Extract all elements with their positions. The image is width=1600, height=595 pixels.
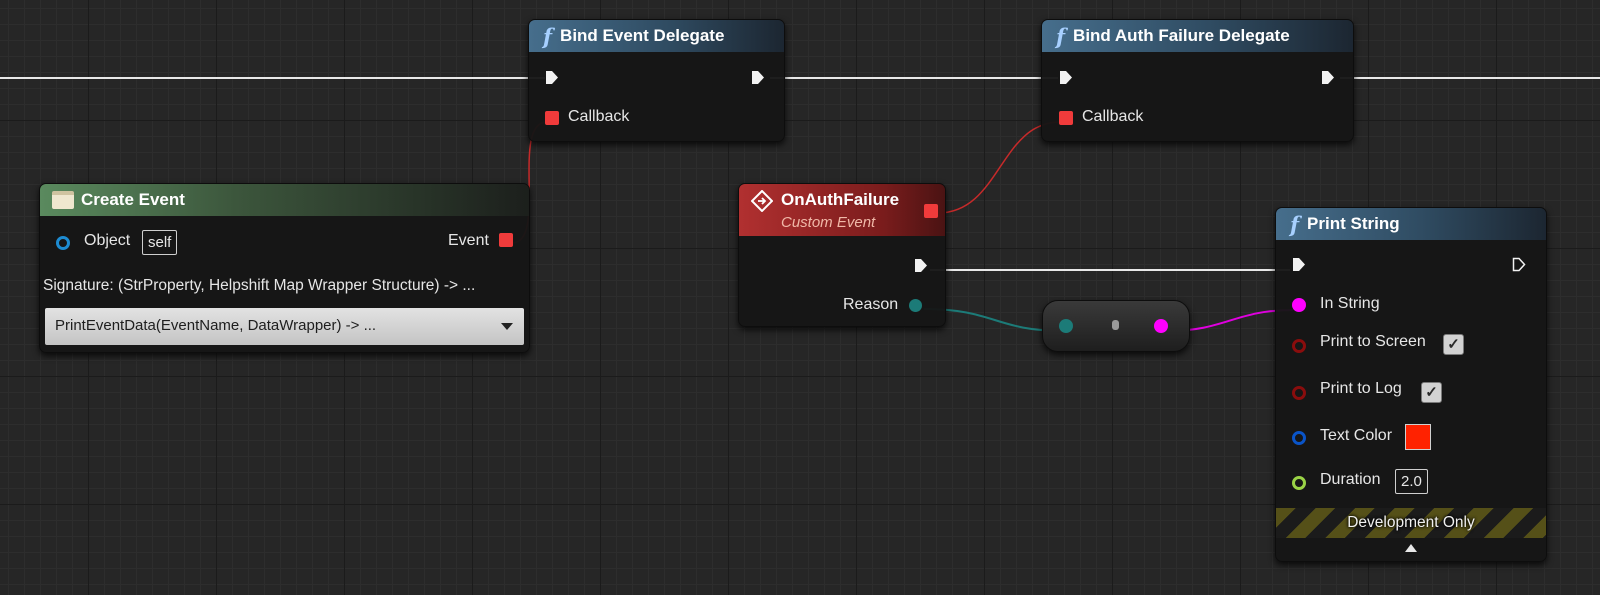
reason-label: Reason xyxy=(843,296,899,313)
print-to-log-pin[interactable] xyxy=(1292,386,1306,400)
function-select-value: PrintEventData(EventName, DataWrapper) -… xyxy=(55,317,377,334)
exec-out-pin[interactable] xyxy=(751,70,765,85)
object-label: Object xyxy=(84,232,131,249)
custom-event-icon xyxy=(751,190,773,212)
conversion-output-pin[interactable] xyxy=(1154,319,1168,333)
signature-text: Signature: (StrProperty, Helpshift Map W… xyxy=(43,277,476,294)
on-auth-failure-title: OnAuthFailure xyxy=(781,189,900,209)
exec-in-pin[interactable] xyxy=(1292,257,1306,272)
create-event-icon xyxy=(52,191,74,209)
duration-value[interactable]: 2.0 xyxy=(1395,469,1428,494)
reason-pin[interactable] xyxy=(909,299,922,312)
bind-event-delegate-header[interactable]: f Bind Event Delegate xyxy=(529,20,784,52)
exec-in-pin[interactable] xyxy=(1059,70,1073,85)
exec-out-pin[interactable] xyxy=(1512,257,1526,272)
callback-label: Callback xyxy=(568,108,630,125)
function-icon: f xyxy=(1056,23,1066,49)
print-to-screen-label: Print to Screen xyxy=(1320,333,1426,350)
object-self-value[interactable]: self xyxy=(142,230,178,255)
exec-in-pin[interactable] xyxy=(545,70,559,85)
conversion-input-pin[interactable] xyxy=(1059,319,1073,333)
text-to-string-conversion-node[interactable] xyxy=(1042,300,1190,352)
in-string-label: In String xyxy=(1320,295,1380,312)
callback-pin[interactable] xyxy=(545,111,559,125)
object-pin[interactable] xyxy=(56,236,70,250)
print-string-node[interactable]: f Print String In String Print to Screen… xyxy=(1275,207,1547,562)
bind-auth-failure-delegate-header[interactable]: f Bind Auth Failure Delegate xyxy=(1042,20,1353,52)
exec-out-pin[interactable] xyxy=(1321,70,1335,85)
exec-out-pin[interactable] xyxy=(914,258,928,273)
create-event-node[interactable]: Create Event Object self Event Signature… xyxy=(39,183,530,353)
create-event-title: Create Event xyxy=(81,190,185,209)
function-select-dropdown[interactable]: PrintEventData(EventName, DataWrapper) -… xyxy=(45,308,524,345)
function-icon: f xyxy=(1290,211,1300,237)
event-delegate-pin[interactable] xyxy=(499,233,513,247)
delegate-out-pin[interactable] xyxy=(924,204,938,218)
text-color-pin[interactable] xyxy=(1292,431,1306,445)
callback-pin[interactable] xyxy=(1059,111,1073,125)
print-to-screen-pin[interactable] xyxy=(1292,339,1306,353)
create-event-header[interactable]: Create Event xyxy=(40,184,529,216)
print-string-title: Print String xyxy=(1307,214,1400,233)
event-label: Event xyxy=(448,232,489,249)
print-string-header[interactable]: f Print String xyxy=(1276,208,1546,240)
bind-auth-failure-delegate-node[interactable]: f Bind Auth Failure Delegate Callback xyxy=(1041,19,1354,142)
custom-event-subtitle: Custom Event xyxy=(781,213,876,231)
text-color-swatch[interactable] xyxy=(1405,424,1431,450)
conversion-icon xyxy=(1112,320,1119,330)
duration-pin[interactable] xyxy=(1292,476,1306,490)
callback-label: Callback xyxy=(1082,108,1144,125)
print-to-log-label: Print to Log xyxy=(1320,380,1402,397)
development-only-banner: Development Only xyxy=(1276,508,1546,538)
chevron-down-icon xyxy=(501,323,513,330)
print-to-screen-checkbox[interactable]: ✓ xyxy=(1443,334,1464,355)
print-to-log-checkbox[interactable]: ✓ xyxy=(1421,382,1442,403)
function-icon: f xyxy=(543,23,553,49)
bind-event-delegate-node[interactable]: f Bind Event Delegate Callback xyxy=(528,19,785,142)
in-string-pin[interactable] xyxy=(1292,298,1306,312)
on-auth-failure-node[interactable]: OnAuthFailure Custom Event Reason xyxy=(738,183,946,327)
collapse-arrow-icon[interactable] xyxy=(1404,543,1418,553)
on-auth-failure-header[interactable]: OnAuthFailure Custom Event xyxy=(739,184,945,236)
development-only-label: Development Only xyxy=(1347,514,1475,531)
duration-label: Duration xyxy=(1320,471,1381,488)
bind-event-delegate-title: Bind Event Delegate xyxy=(560,26,725,45)
text-color-label: Text Color xyxy=(1320,427,1393,444)
bind-auth-failure-delegate-title: Bind Auth Failure Delegate xyxy=(1073,26,1290,45)
